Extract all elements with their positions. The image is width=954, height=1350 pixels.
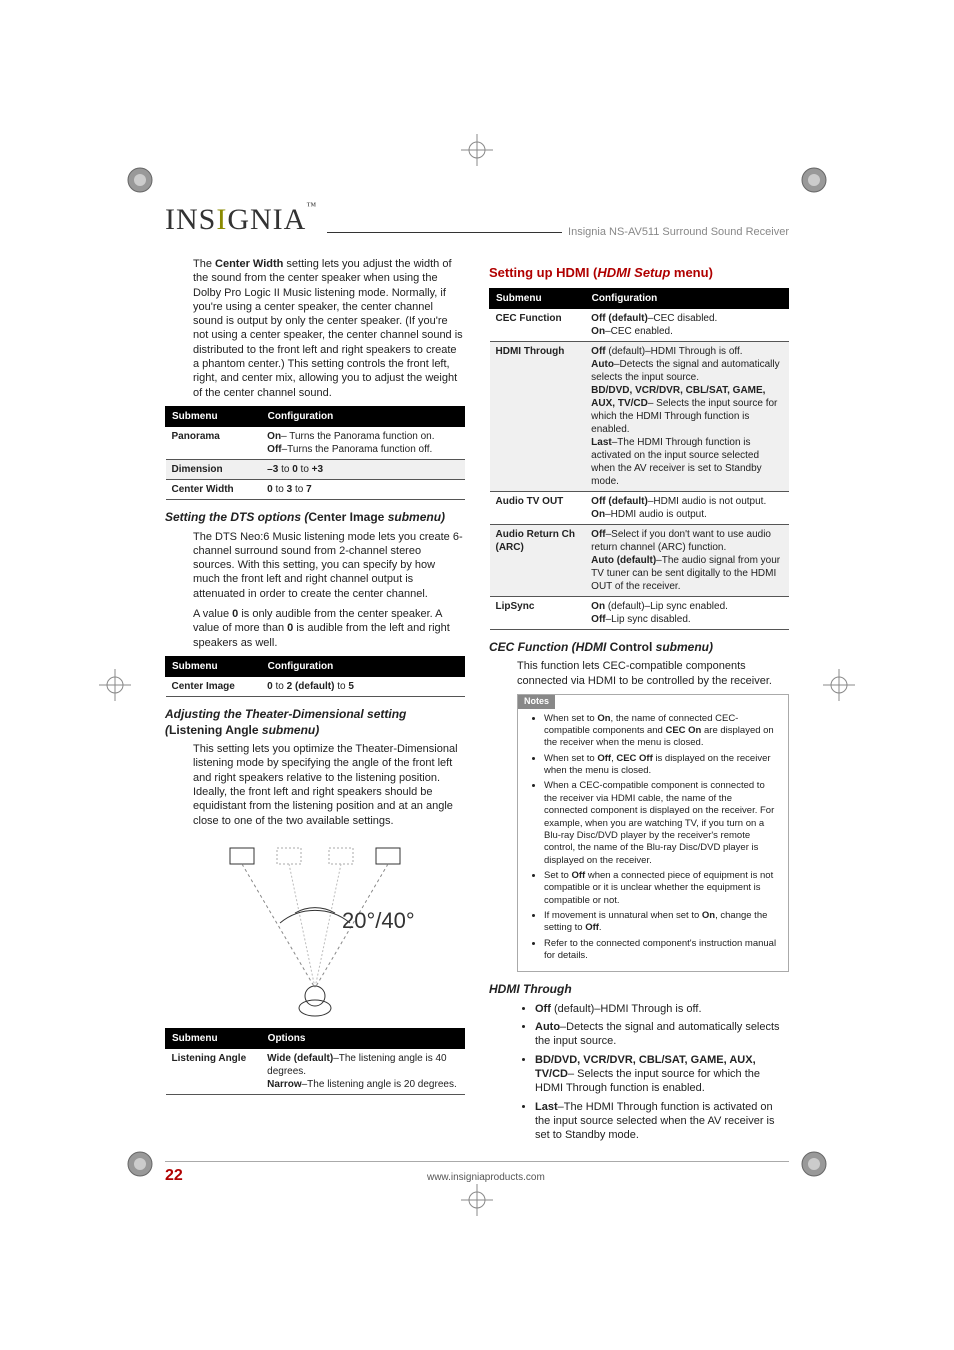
dts-paragraph-1: The DTS Neo:6 Music listening mode lets …	[193, 530, 465, 601]
table-row-value: Off (default)–HDMI Through is off.Auto–D…	[585, 341, 788, 491]
table-row-value: 0 to 2 (default) to 5	[261, 676, 464, 696]
config-table-listeningangle: SubmenuOptions Listening AngleWide (defa…	[165, 1028, 465, 1095]
heading-hdmi-setup: Setting up HDMI (HDMI Setup menu)	[489, 265, 789, 282]
table-row-key: LipSync	[490, 596, 586, 629]
heading-hdmi-through: HDMI Through	[489, 982, 789, 998]
intro-paragraph: The Center Width setting lets you adjust…	[193, 257, 465, 400]
registration-mark	[95, 665, 135, 705]
list-item: Auto–Detects the signal and automaticall…	[535, 1020, 789, 1049]
cec-paragraph: This function lets CEC-compatible compon…	[517, 659, 789, 688]
table-row-key: Panorama	[166, 426, 262, 459]
doc-title: Insignia NS-AV511 Surround Sound Receive…	[568, 225, 789, 239]
list-item: Off (default)–HDMI Through is off.	[535, 1002, 789, 1016]
heading-theater-dimensional: Adjusting the Theater-Dimensional settin…	[165, 707, 465, 738]
table-row-key: Dimension	[166, 459, 262, 479]
dts-paragraph-2: A value 0 is only audible from the cente…	[193, 607, 465, 650]
listening-angle-diagram: 20°/40°	[210, 838, 420, 1018]
list-item: Last–The HDMI Through function is activa…	[535, 1100, 789, 1143]
heading-dts: Setting the DTS options (Center Image su…	[165, 510, 465, 526]
footer-url: www.insigniaproducts.com	[427, 1171, 545, 1184]
hdmi-through-list: Off (default)–HDMI Through is off. Auto–D…	[517, 1002, 789, 1143]
notes-item: When set to Off, CEC Off is displayed on…	[544, 753, 778, 778]
th-submenu: Submenu	[166, 406, 262, 426]
crop-mark	[115, 155, 165, 211]
notes-item: When set to On, the name of connected CE…	[544, 713, 778, 750]
table-row-value: 0 to 3 to 7	[261, 479, 464, 499]
notes-item: If movement is unnatural when set to On,…	[544, 910, 778, 935]
crop-mark	[789, 1139, 839, 1195]
th-config: Configuration	[261, 406, 464, 426]
page-number: 22	[165, 1166, 183, 1187]
table-row-key: Audio TV OUT	[490, 491, 586, 524]
table-row-value: Off (default)–HDMI audio is not output.O…	[585, 491, 788, 524]
table-row-value: On– Turns the Panorama function on.Off–T…	[261, 426, 464, 459]
svg-text:20°/40°: 20°/40°	[342, 908, 415, 933]
table-row-value: Off–Select if you don't want to use audi…	[585, 524, 788, 596]
config-table-panorama: SubmenuConfiguration PanoramaOn– Turns t…	[165, 406, 465, 500]
table-row-value: Off (default)–CEC disabled.On–CEC enable…	[585, 308, 788, 341]
crop-mark	[789, 155, 839, 211]
crop-mark	[115, 1139, 165, 1195]
table-row-key: Audio Return Ch (ARC)	[490, 524, 586, 596]
table-row-key: Center Image	[166, 676, 262, 696]
notes-item: Set to Off when a connected piece of equ…	[544, 870, 778, 907]
list-item: BD/DVD, VCR/DVR, CBL/SAT, GAME, AUX, TV/…	[535, 1053, 789, 1096]
notes-item: Refer to the connected component's instr…	[544, 938, 778, 963]
table-row-key: Center Width	[166, 479, 262, 499]
table-row-value: Wide (default)–The listening angle is 40…	[261, 1048, 464, 1094]
table-row-value: On (default)–Lip sync enabled.Off–Lip sy…	[585, 596, 788, 629]
brand-logo: INSIGNIA™	[165, 200, 317, 239]
notes-header: Notes	[518, 695, 555, 709]
thd-paragraph: This setting lets you optimize the Theat…	[193, 742, 465, 828]
config-table-centerimage: SubmenuConfiguration Center Image0 to 2 …	[165, 656, 465, 697]
notes-item: When a CEC-compatible component is conne…	[544, 780, 778, 866]
registration-mark	[457, 130, 497, 170]
config-table-hdmi: SubmenuConfiguration CEC FunctionOff (de…	[489, 288, 789, 630]
notes-box: Notes When set to On, the name of connec…	[517, 694, 789, 972]
table-row-key: HDMI Through	[490, 341, 586, 491]
registration-mark	[819, 665, 859, 705]
table-row-key: CEC Function	[490, 308, 586, 341]
heading-cec-function: CEC Function (HDMI Control submenu)	[489, 640, 789, 656]
header-rule	[327, 232, 562, 233]
table-row-value: –3 to 0 to +3	[261, 459, 464, 479]
table-row-key: Listening Angle	[166, 1048, 262, 1094]
